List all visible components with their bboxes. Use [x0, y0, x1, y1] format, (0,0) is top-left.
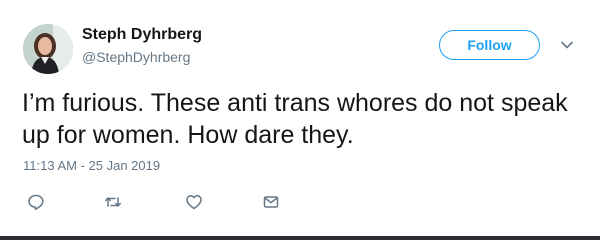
- follow-button[interactable]: Follow: [439, 30, 540, 60]
- heart-icon[interactable]: [185, 193, 203, 211]
- tweet-card: Steph Dyhrberg @StephDyhrberg Follow I’m…: [0, 0, 600, 240]
- avatar[interactable]: [23, 24, 73, 74]
- author-name[interactable]: Steph Dyhrberg: [82, 26, 202, 44]
- chevron-down-icon[interactable]: [560, 38, 574, 52]
- reply-icon[interactable]: [27, 193, 45, 211]
- retweet-icon[interactable]: [104, 193, 122, 211]
- author-handle[interactable]: @StephDyhrberg: [82, 49, 190, 65]
- avatar-image: [23, 24, 73, 74]
- tweet-timestamp[interactable]: 11:13 AM - 25 Jan 2019: [23, 158, 160, 173]
- envelope-icon[interactable]: [262, 193, 280, 211]
- tweet-text: I’m furious. These anti trans whores do …: [22, 89, 568, 149]
